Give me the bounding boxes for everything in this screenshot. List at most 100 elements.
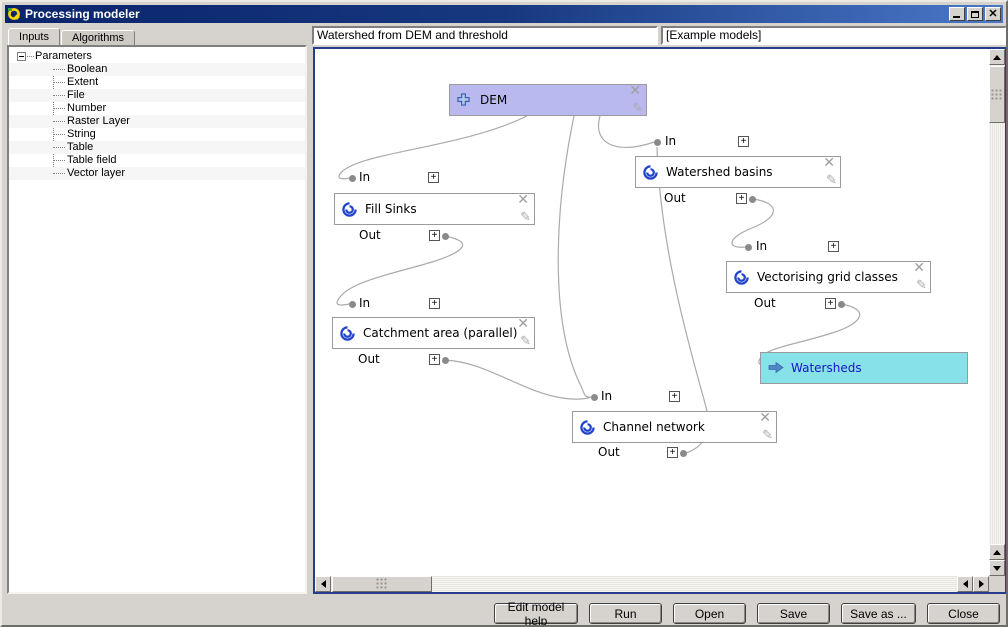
tree-stub bbox=[27, 56, 34, 57]
wire-watershedbasins-vectorising bbox=[732, 199, 773, 247]
edit-node-icon[interactable]: ✎ bbox=[632, 102, 643, 116]
expand-in-icon[interactable]: + bbox=[738, 136, 749, 147]
edit-node-icon[interactable]: ✎ bbox=[826, 174, 837, 188]
tree-item-table-field[interactable]: Table field bbox=[9, 154, 305, 167]
in-port-label: In bbox=[359, 170, 370, 184]
close-dialog-button[interactable]: Close bbox=[927, 603, 1000, 624]
node-fill-sinks[interactable]: Fill Sinks ✕ ✎ bbox=[334, 193, 535, 225]
save-as-button[interactable]: Save as ... bbox=[841, 603, 916, 624]
tree-item-parameters[interactable]: Parameters bbox=[9, 50, 305, 63]
edit-model-help-button[interactable]: Edit model help bbox=[494, 603, 578, 624]
tree-item-label: Extent bbox=[67, 76, 98, 89]
expand-out-icon[interactable]: + bbox=[429, 354, 440, 365]
edit-node-icon[interactable]: ✎ bbox=[520, 335, 531, 349]
expand-in-icon[interactable]: + bbox=[669, 391, 680, 402]
scroll-up-button-bottom[interactable] bbox=[989, 544, 1005, 560]
out-port-label: Out bbox=[359, 228, 381, 242]
tree-item-boolean[interactable]: Boolean bbox=[9, 63, 305, 76]
node-watersheds-output[interactable]: Watersheds bbox=[760, 352, 968, 384]
node-watershed-basins[interactable]: Watershed basins ✕ ✎ bbox=[635, 156, 841, 188]
expand-out-icon[interactable]: + bbox=[736, 193, 747, 204]
vertical-scrollbar-thumb[interactable] bbox=[989, 66, 1005, 123]
scroll-down-button[interactable] bbox=[989, 560, 1005, 576]
collapse-expander-icon[interactable] bbox=[17, 52, 26, 61]
tree-item-file[interactable]: File bbox=[9, 89, 305, 102]
expand-in-icon[interactable]: + bbox=[428, 172, 439, 183]
maximize-button[interactable] bbox=[967, 7, 983, 21]
arrow-up-icon bbox=[993, 550, 1001, 555]
scroll-up-button[interactable] bbox=[989, 49, 1005, 65]
model-canvas[interactable]: DEM ✕ ✎ In + Fill Sinks ✕ ✎ Out + In + bbox=[313, 47, 1007, 594]
tab-inputs[interactable]: Inputs bbox=[8, 28, 60, 46]
tree-item-extent[interactable]: Extent bbox=[9, 76, 305, 89]
edit-node-icon[interactable]: ✎ bbox=[916, 279, 927, 293]
delete-node-icon[interactable]: ✕ bbox=[823, 155, 835, 171]
run-button[interactable]: Run bbox=[589, 603, 662, 624]
expand-out-icon[interactable]: + bbox=[429, 230, 440, 241]
tree-item-label: Number bbox=[67, 102, 106, 115]
tab-algorithms-label: Algorithms bbox=[72, 32, 124, 44]
wire-dem-channel bbox=[558, 116, 591, 397]
vertical-scrollbar-track[interactable] bbox=[989, 49, 1005, 576]
in-port-label: In bbox=[601, 389, 612, 403]
delete-node-icon[interactable]: ✕ bbox=[517, 192, 529, 208]
arrow-right-icon bbox=[768, 361, 784, 374]
horizontal-scrollbar-thumb[interactable] bbox=[332, 576, 432, 592]
plus-icon bbox=[457, 93, 470, 106]
node-catchment-area[interactable]: Catchment area (parallel) ✕ ✎ bbox=[332, 317, 535, 349]
in-port-label: In bbox=[665, 134, 676, 148]
delete-node-icon[interactable]: ✕ bbox=[517, 316, 529, 332]
expand-in-icon[interactable]: + bbox=[429, 298, 440, 309]
arrow-up-icon bbox=[993, 55, 1001, 60]
tree-item-string[interactable]: String bbox=[9, 128, 305, 141]
wire-dem-watershedbasins bbox=[599, 116, 654, 147]
open-button[interactable]: Open bbox=[673, 603, 746, 624]
minimize-button[interactable] bbox=[949, 7, 965, 21]
node-watersheds-label: Watersheds bbox=[791, 361, 862, 375]
out-port-label: Out bbox=[358, 352, 380, 366]
tree-item-vector-layer[interactable]: Vector layer bbox=[9, 167, 305, 180]
node-channel-network[interactable]: Channel network ✕ ✎ bbox=[572, 411, 777, 443]
save-button[interactable]: Save bbox=[757, 603, 830, 624]
titlebar[interactable]: Processing modeler ✕ bbox=[5, 5, 1003, 23]
model-name-input[interactable]: Watershed from DEM and threshold bbox=[312, 26, 658, 45]
inputs-tree-panel: Parameters Boolean Extent File Number Ra… bbox=[7, 45, 307, 594]
delete-node-icon[interactable]: ✕ bbox=[629, 83, 641, 99]
delete-node-icon[interactable]: ✕ bbox=[759, 410, 771, 426]
out-port-dot bbox=[680, 450, 687, 457]
out-port-dot bbox=[442, 233, 449, 240]
scroll-left-button[interactable] bbox=[315, 576, 331, 592]
in-port-dot bbox=[654, 139, 661, 146]
scroll-right-button[interactable] bbox=[973, 576, 989, 592]
expand-out-icon[interactable]: + bbox=[825, 298, 836, 309]
tree-item-raster-layer[interactable]: Raster Layer bbox=[9, 115, 305, 128]
delete-node-icon[interactable]: ✕ bbox=[913, 260, 925, 276]
node-dem[interactable]: DEM ✕ ✎ bbox=[449, 84, 647, 116]
tree-item-number[interactable]: Number bbox=[9, 102, 305, 115]
in-port-dot bbox=[745, 244, 752, 251]
node-vectorising-grid-classes[interactable]: Vectorising grid classes ✕ ✎ bbox=[726, 261, 931, 293]
edit-node-icon[interactable]: ✎ bbox=[520, 211, 531, 225]
tree-item-label: Table field bbox=[67, 154, 117, 167]
arrow-left-icon bbox=[321, 580, 326, 588]
tree-item-label: Parameters bbox=[35, 50, 92, 63]
model-group-input[interactable]: [Example models] bbox=[661, 26, 1007, 45]
close-button[interactable]: ✕ bbox=[985, 7, 1001, 21]
edit-node-icon[interactable]: ✎ bbox=[762, 429, 773, 443]
tree-item-table[interactable]: Table bbox=[9, 141, 305, 154]
window-title: Processing modeler bbox=[25, 7, 947, 21]
node-channel-label: Channel network bbox=[603, 420, 705, 434]
node-fill-sinks-label: Fill Sinks bbox=[365, 202, 417, 216]
maximize-icon bbox=[971, 11, 979, 18]
minimize-icon bbox=[953, 16, 960, 18]
tab-algorithms[interactable]: Algorithms bbox=[61, 30, 135, 46]
expand-in-icon[interactable]: + bbox=[828, 241, 839, 252]
scroll-left-button-right[interactable] bbox=[957, 576, 973, 592]
tree-item-label: Table bbox=[67, 141, 93, 154]
wire-catchment-channel bbox=[445, 360, 591, 399]
out-port-label: Out bbox=[598, 445, 620, 459]
in-port-dot bbox=[591, 394, 598, 401]
qgis-logo-icon bbox=[7, 7, 21, 21]
expand-out-icon[interactable]: + bbox=[667, 447, 678, 458]
connection-curves bbox=[315, 49, 989, 576]
